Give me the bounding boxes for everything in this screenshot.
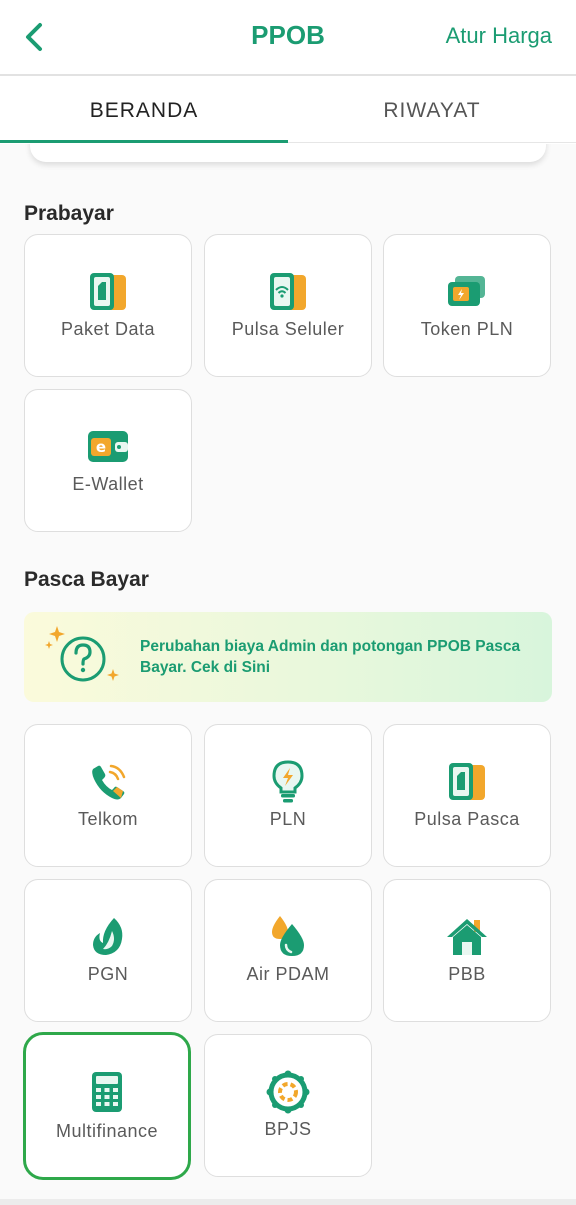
active-tab-indicator	[0, 140, 288, 143]
house-icon	[447, 919, 487, 955]
tile-label: PLN	[269, 809, 307, 829]
back-button[interactable]	[14, 16, 54, 58]
tile-label: BPJS	[264, 1119, 312, 1139]
banner-text: Perubahan biaya Admin dan potongan PPOB …	[140, 638, 521, 676]
main-content: Prabayar Paket Data Pulsa Seluler Token …	[0, 144, 576, 1199]
question-mark-icon	[45, 626, 119, 682]
tile-pbb[interactable]: PBB	[383, 879, 551, 1022]
tab-riwayat[interactable]: RIWAYAT	[288, 78, 576, 143]
tile-paket-data[interactable]: Paket Data	[24, 234, 192, 377]
section-title-prabayar: Prabayar	[24, 202, 114, 225]
sim-card-icon	[90, 273, 126, 310]
token-card-icon	[448, 276, 485, 306]
tile-label: Token PLN	[420, 319, 514, 339]
tile-token-pln[interactable]: Token PLN	[383, 234, 551, 377]
tab-beranda[interactable]: BERANDA	[0, 78, 288, 143]
summary-card-bottom-edge	[30, 144, 546, 162]
tile-label: PBB	[448, 964, 486, 984]
bottom-divider	[0, 1199, 576, 1205]
app-bar: PPOB Atur Harga	[0, 0, 576, 76]
tile-label: Air PDAM	[246, 964, 330, 984]
tile-label: Pulsa Seluler	[231, 319, 345, 339]
tile-pgn[interactable]: PGN	[24, 879, 192, 1022]
atur-harga-button[interactable]: Atur Harga	[446, 23, 552, 49]
tile-label: Telkom	[77, 809, 138, 829]
tab-bar: BERANDA RIWAYAT	[0, 78, 576, 143]
chevron-left-icon	[26, 23, 42, 51]
telephone-icon	[92, 764, 126, 800]
gas-flame-icon	[93, 918, 123, 955]
tile-pulsa-pasca[interactable]: Pulsa Pasca	[383, 724, 551, 867]
tile-e-wallet[interactable]: e E-Wallet	[24, 389, 192, 532]
lightbulb-icon	[272, 760, 304, 803]
tile-multifinance[interactable]: Multifinance	[23, 1032, 191, 1180]
sim-card-icon	[449, 763, 485, 800]
tile-telkom[interactable]: Telkom	[24, 724, 192, 867]
tile-pulsa-seluler[interactable]: Pulsa Seluler	[204, 234, 372, 377]
tile-label: Pulsa Pasca	[414, 809, 520, 829]
tile-label: E-Wallet	[72, 474, 144, 494]
tile-label: Paket Data	[60, 319, 156, 339]
svg-text:e: e	[96, 438, 106, 456]
phone-signal-icon	[270, 273, 306, 310]
admin-fee-info-banner[interactable]: Perubahan biaya Admin dan potongan PPOB …	[24, 612, 552, 702]
section-title-pasca-bayar: Pasca Bayar	[24, 568, 149, 591]
tile-pln[interactable]: PLN	[204, 724, 372, 867]
water-drop-icon	[272, 916, 304, 956]
tile-air-pdam[interactable]: Air PDAM	[204, 879, 372, 1022]
wallet-icon: e	[88, 431, 128, 462]
tile-label: Multifinance	[55, 1121, 159, 1141]
calculator-icon	[92, 1072, 122, 1112]
tile-label: PGN	[87, 964, 129, 984]
bpjs-logo-icon	[266, 1070, 310, 1114]
tile-bpjs[interactable]: BPJS	[204, 1034, 372, 1177]
